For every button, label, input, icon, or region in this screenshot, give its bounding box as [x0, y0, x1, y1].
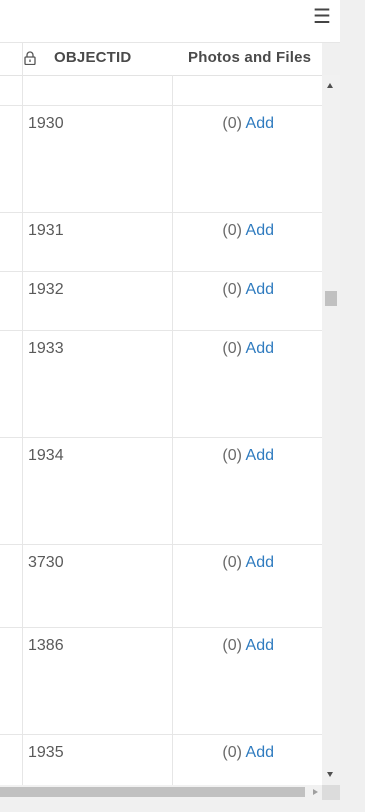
table-row[interactable]: 1931 (0) Add	[0, 213, 322, 272]
attachment-count: (0)	[222, 222, 242, 239]
add-attachment-link[interactable]: Add	[246, 115, 274, 132]
scroll-up-icon[interactable]	[327, 83, 333, 88]
table-row[interactable]: 1935 (0) Add	[0, 735, 322, 785]
attachment-count: (0)	[222, 281, 242, 298]
vertical-scrollbar[interactable]	[322, 75, 340, 785]
scrollbar-corner	[322, 785, 340, 800]
objectid-cell: 3730	[28, 554, 64, 571]
objectid-cell: 1386	[28, 637, 64, 654]
photos-cell: (0) Add	[222, 554, 274, 572]
attachment-count: (0)	[222, 637, 242, 654]
attachment-count: (0)	[222, 115, 242, 132]
table-row[interactable]: 1934 (0) Add	[0, 438, 322, 545]
objectid-cell: 1935	[28, 744, 64, 761]
table-row[interactable]: 1930 (0) Add	[0, 106, 322, 213]
table-row[interactable]: 3730 (0) Add	[0, 545, 322, 628]
attachment-count: (0)	[222, 744, 242, 761]
scroll-right-icon[interactable]	[313, 789, 318, 795]
add-attachment-link[interactable]: Add	[246, 637, 274, 654]
add-attachment-link[interactable]: Add	[246, 340, 274, 357]
add-attachment-link[interactable]: Add	[246, 744, 274, 761]
attachment-count: (0)	[222, 340, 242, 357]
attachment-count: (0)	[222, 447, 242, 464]
add-attachment-link[interactable]: Add	[246, 222, 274, 239]
photos-cell: (0) Add	[222, 744, 274, 762]
table-row[interactable]: 1386 (0) Add	[0, 628, 322, 735]
table-row[interactable]: 1932 (0) Add	[0, 272, 322, 331]
hamburger-menu-icon[interactable]: ☰	[313, 7, 331, 27]
attachment-count: (0)	[222, 554, 242, 571]
lock-icon	[24, 51, 36, 65]
photos-cell: (0) Add	[222, 637, 274, 655]
photos-cell: (0) Add	[222, 281, 274, 299]
add-attachment-link[interactable]: Add	[246, 281, 274, 298]
table-row[interactable]: 1933 (0) Add	[0, 331, 322, 438]
add-attachment-link[interactable]: Add	[246, 447, 274, 464]
column-header-objectid[interactable]: OBJECTID	[54, 43, 131, 75]
horizontal-scrollbar[interactable]	[0, 785, 322, 800]
toolbar: ☰	[0, 0, 340, 43]
column-divider	[172, 75, 173, 785]
add-attachment-link[interactable]: Add	[246, 554, 274, 571]
photos-cell: (0) Add	[222, 222, 274, 240]
table-header: OBJECTID Photos and Files	[0, 43, 322, 76]
photos-cell: (0) Add	[222, 447, 274, 465]
table-row[interactable]	[0, 75, 322, 106]
scroll-down-icon[interactable]	[327, 772, 333, 777]
photos-cell: (0) Add	[222, 340, 274, 358]
vertical-scroll-thumb[interactable]	[325, 291, 337, 306]
photos-cell: (0) Add	[222, 115, 274, 133]
objectid-cell: 1933	[28, 340, 64, 357]
objectid-cell: 1932	[28, 281, 64, 298]
column-divider	[22, 43, 23, 785]
horizontal-scroll-thumb[interactable]	[0, 787, 305, 797]
objectid-cell: 1931	[28, 222, 64, 239]
attribute-table: OBJECTID Photos and Files 1930 (0) Add 193…	[0, 43, 322, 785]
column-header-photos-and-files[interactable]: Photos and Files	[188, 43, 311, 75]
objectid-cell: 1934	[28, 447, 64, 464]
objectid-cell: 1930	[28, 115, 64, 132]
